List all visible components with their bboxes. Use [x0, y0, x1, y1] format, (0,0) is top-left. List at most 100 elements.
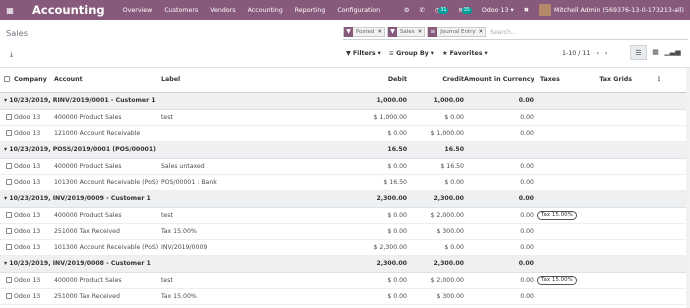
row-select[interactable]: [0, 223, 14, 240]
col-tax-grids[interactable]: Tax Grids: [582, 68, 632, 93]
checkbox[interactable]: [6, 211, 12, 218]
cell-credit: $ 0.00: [407, 174, 464, 191]
menu-item-configuration[interactable]: Configuration: [337, 7, 380, 14]
checkbox[interactable]: [6, 276, 12, 283]
table-row[interactable]: Odoo 13 400000 Product Sales test $ 1,000.0…: [0, 109, 686, 126]
table-row[interactable]: Odoo 13 251000 Tax Received Tax 15.00% $ 0.…: [0, 223, 686, 240]
bug-icon[interactable]: ⚙: [404, 7, 410, 14]
col-account[interactable]: Account: [54, 68, 161, 93]
cell-credit: $ 2,000.00: [407, 272, 464, 289]
row-select[interactable]: [0, 125, 14, 142]
checkbox[interactable]: [6, 178, 12, 185]
table-row[interactable]: Odoo 13 400000 Product Sales Sales untaxed…: [0, 158, 686, 175]
cell-tax-grids: [582, 174, 632, 191]
table-row[interactable]: Odoo 13 400000 Product Sales test $ 0.00 $ 2…: [0, 272, 686, 289]
activity-icon[interactable]: ◷31: [435, 6, 449, 14]
close-icon[interactable]: ✕: [479, 28, 486, 37]
checkbox[interactable]: [6, 129, 12, 136]
row-select[interactable]: [0, 272, 14, 289]
facet-label: Sales: [400, 28, 415, 35]
row-select[interactable]: [0, 207, 14, 224]
menu-item-vendors[interactable]: Vendors: [210, 7, 235, 14]
user-menu[interactable]: Mitchell Admin (569376-13-0-173213-all): [538, 4, 684, 16]
row-select[interactable]: [0, 288, 14, 305]
col-company[interactable]: Company: [14, 68, 54, 93]
col-amount-currency[interactable]: Amount in Currency: [464, 68, 534, 93]
menu-item-accounting[interactable]: Accounting: [248, 7, 283, 14]
cell-amount: 0.00: [464, 174, 534, 191]
filters-dropdown[interactable]: ▼ Filters ▾: [346, 50, 381, 57]
close-icon[interactable]: ✕: [377, 28, 384, 37]
row-select[interactable]: [0, 109, 14, 126]
row-select[interactable]: [0, 158, 14, 175]
phone-icon[interactable]: ✆: [420, 7, 425, 14]
menu-item-customers[interactable]: Customers: [164, 7, 198, 14]
group-row[interactable]: ▾ 10/23/2019, RINV/2019/0001 - Customer …: [0, 92, 686, 110]
messages-icon[interactable]: ✉35: [458, 6, 472, 14]
group-icon: ≡: [428, 27, 438, 37]
checkbox[interactable]: [6, 113, 12, 120]
group-cell: [582, 92, 632, 110]
app-brand[interactable]: Accounting: [32, 3, 105, 17]
checkbox[interactable]: [6, 243, 12, 250]
kanban-view-icon[interactable]: ▦: [647, 45, 664, 60]
close-icon[interactable]: ✕: [418, 28, 425, 37]
search-input[interactable]: Search...: [490, 29, 516, 36]
activity-count-badge: 31: [438, 6, 449, 14]
checkbox[interactable]: [6, 162, 12, 169]
group-row[interactable]: ▾ 10/23/2019, POSS/2019/0001 (POS/00001)…: [0, 141, 686, 159]
download-icon[interactable]: ⤓: [10, 50, 13, 59]
cell-label: Tax 15.00%: [161, 223, 277, 240]
facet-sales[interactable]: ▼ Sales ✕: [387, 27, 426, 37]
search-options: ▼ Filters ▾ ≡ Group By ▾ ★ Favorites ▾: [346, 50, 488, 57]
cell-account: 251000 Tax Received: [54, 223, 161, 240]
groupby-dropdown[interactable]: ≡ Group By ▾: [389, 50, 434, 57]
checkbox[interactable]: [4, 76, 10, 83]
pager-value[interactable]: 1-10 / 11: [562, 50, 590, 57]
cell-account: 400000 Product Sales: [54, 158, 161, 175]
group-amount: 0.00: [464, 92, 534, 110]
row-select[interactable]: [0, 174, 14, 191]
col-debit[interactable]: Debit: [277, 68, 407, 93]
list-view-icon[interactable]: ☰: [630, 45, 647, 60]
table-row[interactable]: Odoo 13 400000 Product Sales test $ 0.00 $ 2…: [0, 207, 686, 224]
cell-empty: [632, 109, 686, 126]
cell-taxes: Tax 15.00%: [534, 207, 582, 224]
table-row[interactable]: Odoo 13 101300 Account Receivable (PoS) IN…: [0, 239, 686, 256]
search-bar[interactable]: ▼ Posted ✕ ▼ Sales ✕ ≡ Journal Entry ✕ Search.…: [343, 25, 688, 40]
col-credit[interactable]: Credit: [407, 68, 464, 93]
table-row[interactable]: Odoo 13 251000 Tax Received Tax 15.00% $ 0.…: [0, 288, 686, 305]
graph-view-icon[interactable]: ▁▃▅: [664, 45, 681, 60]
checkbox[interactable]: [6, 227, 12, 234]
select-all[interactable]: [0, 68, 14, 93]
facet-journal-entry[interactable]: ≡ Journal Entry ✕: [427, 27, 487, 37]
scrollbar[interactable]: [686, 68, 690, 308]
group-amount: 0.00: [464, 190, 534, 208]
cell-empty: [632, 288, 686, 305]
cell-taxes: Tax 15.00%: [534, 272, 582, 289]
table-row[interactable]: Odoo 13 101300 Account Receivable (PoS) PO…: [0, 174, 686, 191]
favorites-dropdown[interactable]: ★ Favorites ▾: [442, 50, 488, 57]
cell-empty: [632, 174, 686, 191]
facet-posted[interactable]: ▼ Posted ✕: [343, 27, 385, 37]
col-label[interactable]: Label: [161, 68, 277, 93]
chevron-left-icon[interactable]: ‹: [596, 50, 599, 57]
col-taxes[interactable]: Taxes: [534, 68, 582, 93]
chevron-right-icon[interactable]: ›: [605, 50, 608, 57]
debug-close-icon[interactable]: ✖: [524, 7, 529, 14]
group-row[interactable]: ▾ 10/23/2019, INV/2019/0009 - Customer 1…: [0, 190, 686, 208]
cell-company: Odoo 13: [14, 239, 54, 256]
menu-item-overview[interactable]: Overview: [123, 7, 153, 14]
checkbox[interactable]: [6, 292, 12, 299]
row-select[interactable]: [0, 239, 14, 256]
cell-account: 101300 Account Receivable (PoS): [54, 174, 161, 191]
menu-item-reporting[interactable]: Reporting: [295, 7, 326, 14]
table-row[interactable]: Odoo 13 121000 Account Receivable $ 0.00 $ …: [0, 125, 686, 142]
group-row[interactable]: ▾ 10/23/2019, INV/2019/0008 - Customer 1…: [0, 255, 686, 273]
apps-grid-icon[interactable]: ▦: [0, 6, 20, 15]
cell-credit: $ 0.00: [407, 239, 464, 256]
cell-debit: $ 2,300.00: [277, 239, 407, 256]
company-switcher[interactable]: Odoo 13 ▾: [482, 7, 514, 14]
optional-columns-icon[interactable]: ⋮: [632, 68, 686, 93]
cell-taxes: [534, 288, 582, 305]
